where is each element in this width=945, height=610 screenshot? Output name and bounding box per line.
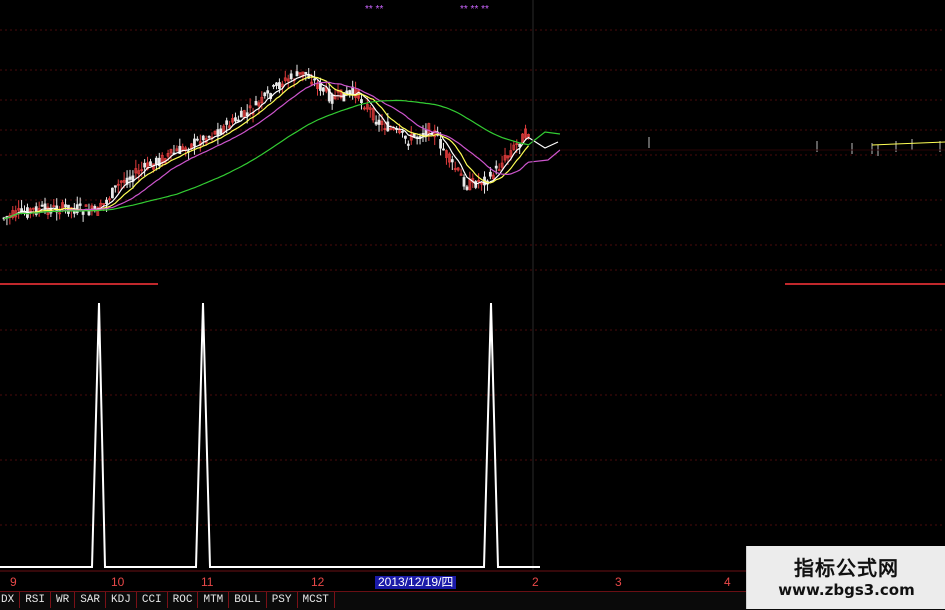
candle-body [313,78,316,81]
candle-body [225,120,229,125]
tab-kdj[interactable]: KDJ [106,592,137,608]
ma20-line [3,81,561,220]
candle-body [111,187,114,199]
time-label-2: 2 [532,575,539,589]
candle-body [462,177,466,187]
candlestick-series [2,64,530,226]
candle-body [40,204,44,207]
tab-sar[interactable]: SAR [75,592,107,608]
ma60-line [3,99,561,220]
watermark-title: 指标公式网 [794,556,899,580]
candle-body [236,119,240,122]
candle-body [272,84,275,87]
tab-mtm[interactable]: MTM [198,592,230,608]
candle-body [64,204,67,208]
candle-body [234,117,237,122]
time-label-10: 10 [111,575,125,589]
signal-indicator-line [0,302,540,568]
candle-body [149,161,152,167]
candle-body [207,135,211,138]
candle-body [321,87,325,92]
crosshair-date-label: 2013/12/19/四 [375,576,457,589]
tab-psy[interactable]: PSY [267,592,298,608]
top-marker-right: ** ** ** [460,4,489,15]
candle-body [105,199,108,205]
candle-body [518,143,522,147]
time-label-9: 9 [10,575,17,589]
candle-body [87,210,91,216]
time-label-11: 11 [201,575,214,589]
tab-cci[interactable]: CCI [137,592,168,608]
tab-mcst[interactable]: MCST [298,592,335,608]
tab-wr[interactable]: WR [51,592,76,608]
candle-body [424,129,428,136]
candle-body [289,73,293,79]
tab-roc[interactable]: ROC [168,592,199,608]
candle-body [219,128,223,135]
candle-body [488,171,492,177]
top-marker-left: ** ** [365,4,383,15]
candle-body [239,110,243,118]
time-label-4: 4 [724,575,731,589]
tab-boll[interactable]: BOLL [229,592,267,608]
candle-body [401,130,404,133]
candle-body [143,162,147,168]
ma-fragment [871,141,945,146]
ma5-line [3,73,559,220]
candle-body [406,143,410,146]
moving-average-lines [3,73,561,220]
candle-body [348,90,352,94]
candle-body [330,94,334,104]
time-label-3: 3 [615,575,622,589]
candle-body [275,82,278,86]
candle-body [193,138,196,147]
candle-body [278,82,281,90]
candle-body [465,186,469,190]
right-side-price-ticks [560,137,945,156]
candle-body [195,138,199,141]
candle-body [450,159,454,163]
candle-body [412,133,416,138]
candle-body [254,101,258,106]
signal-line [0,302,540,568]
candle-body [377,119,381,125]
candle-body [78,203,82,206]
candle-body [113,185,117,188]
candle-body [295,71,299,77]
candle-body [81,211,85,215]
tab-rsi[interactable]: RSI [20,592,52,608]
tab-dx[interactable]: DX [0,592,21,608]
candle-body [442,148,445,151]
candle-body [439,139,442,149]
stock-chart[interactable]: ** ** ** ** ** 9 10 11 12 2 3 4 [0,0,945,609]
candle-body [374,121,378,125]
candle-body [360,99,363,104]
candle-body [494,165,498,169]
grid-lines [0,29,945,526]
watermark: 指标公式网 www.zbgs3.com [746,546,945,609]
candle-body [128,176,132,180]
candle-body [304,71,308,74]
candle-body [266,90,270,94]
candle-body [263,92,267,97]
watermark-url: www.zbgs3.com [778,581,915,599]
candle-body [154,157,158,165]
candle-body [404,135,407,139]
time-label-12: 12 [311,575,325,589]
candle-body [43,203,47,209]
candle-body [201,135,205,141]
candle-body [245,112,249,117]
